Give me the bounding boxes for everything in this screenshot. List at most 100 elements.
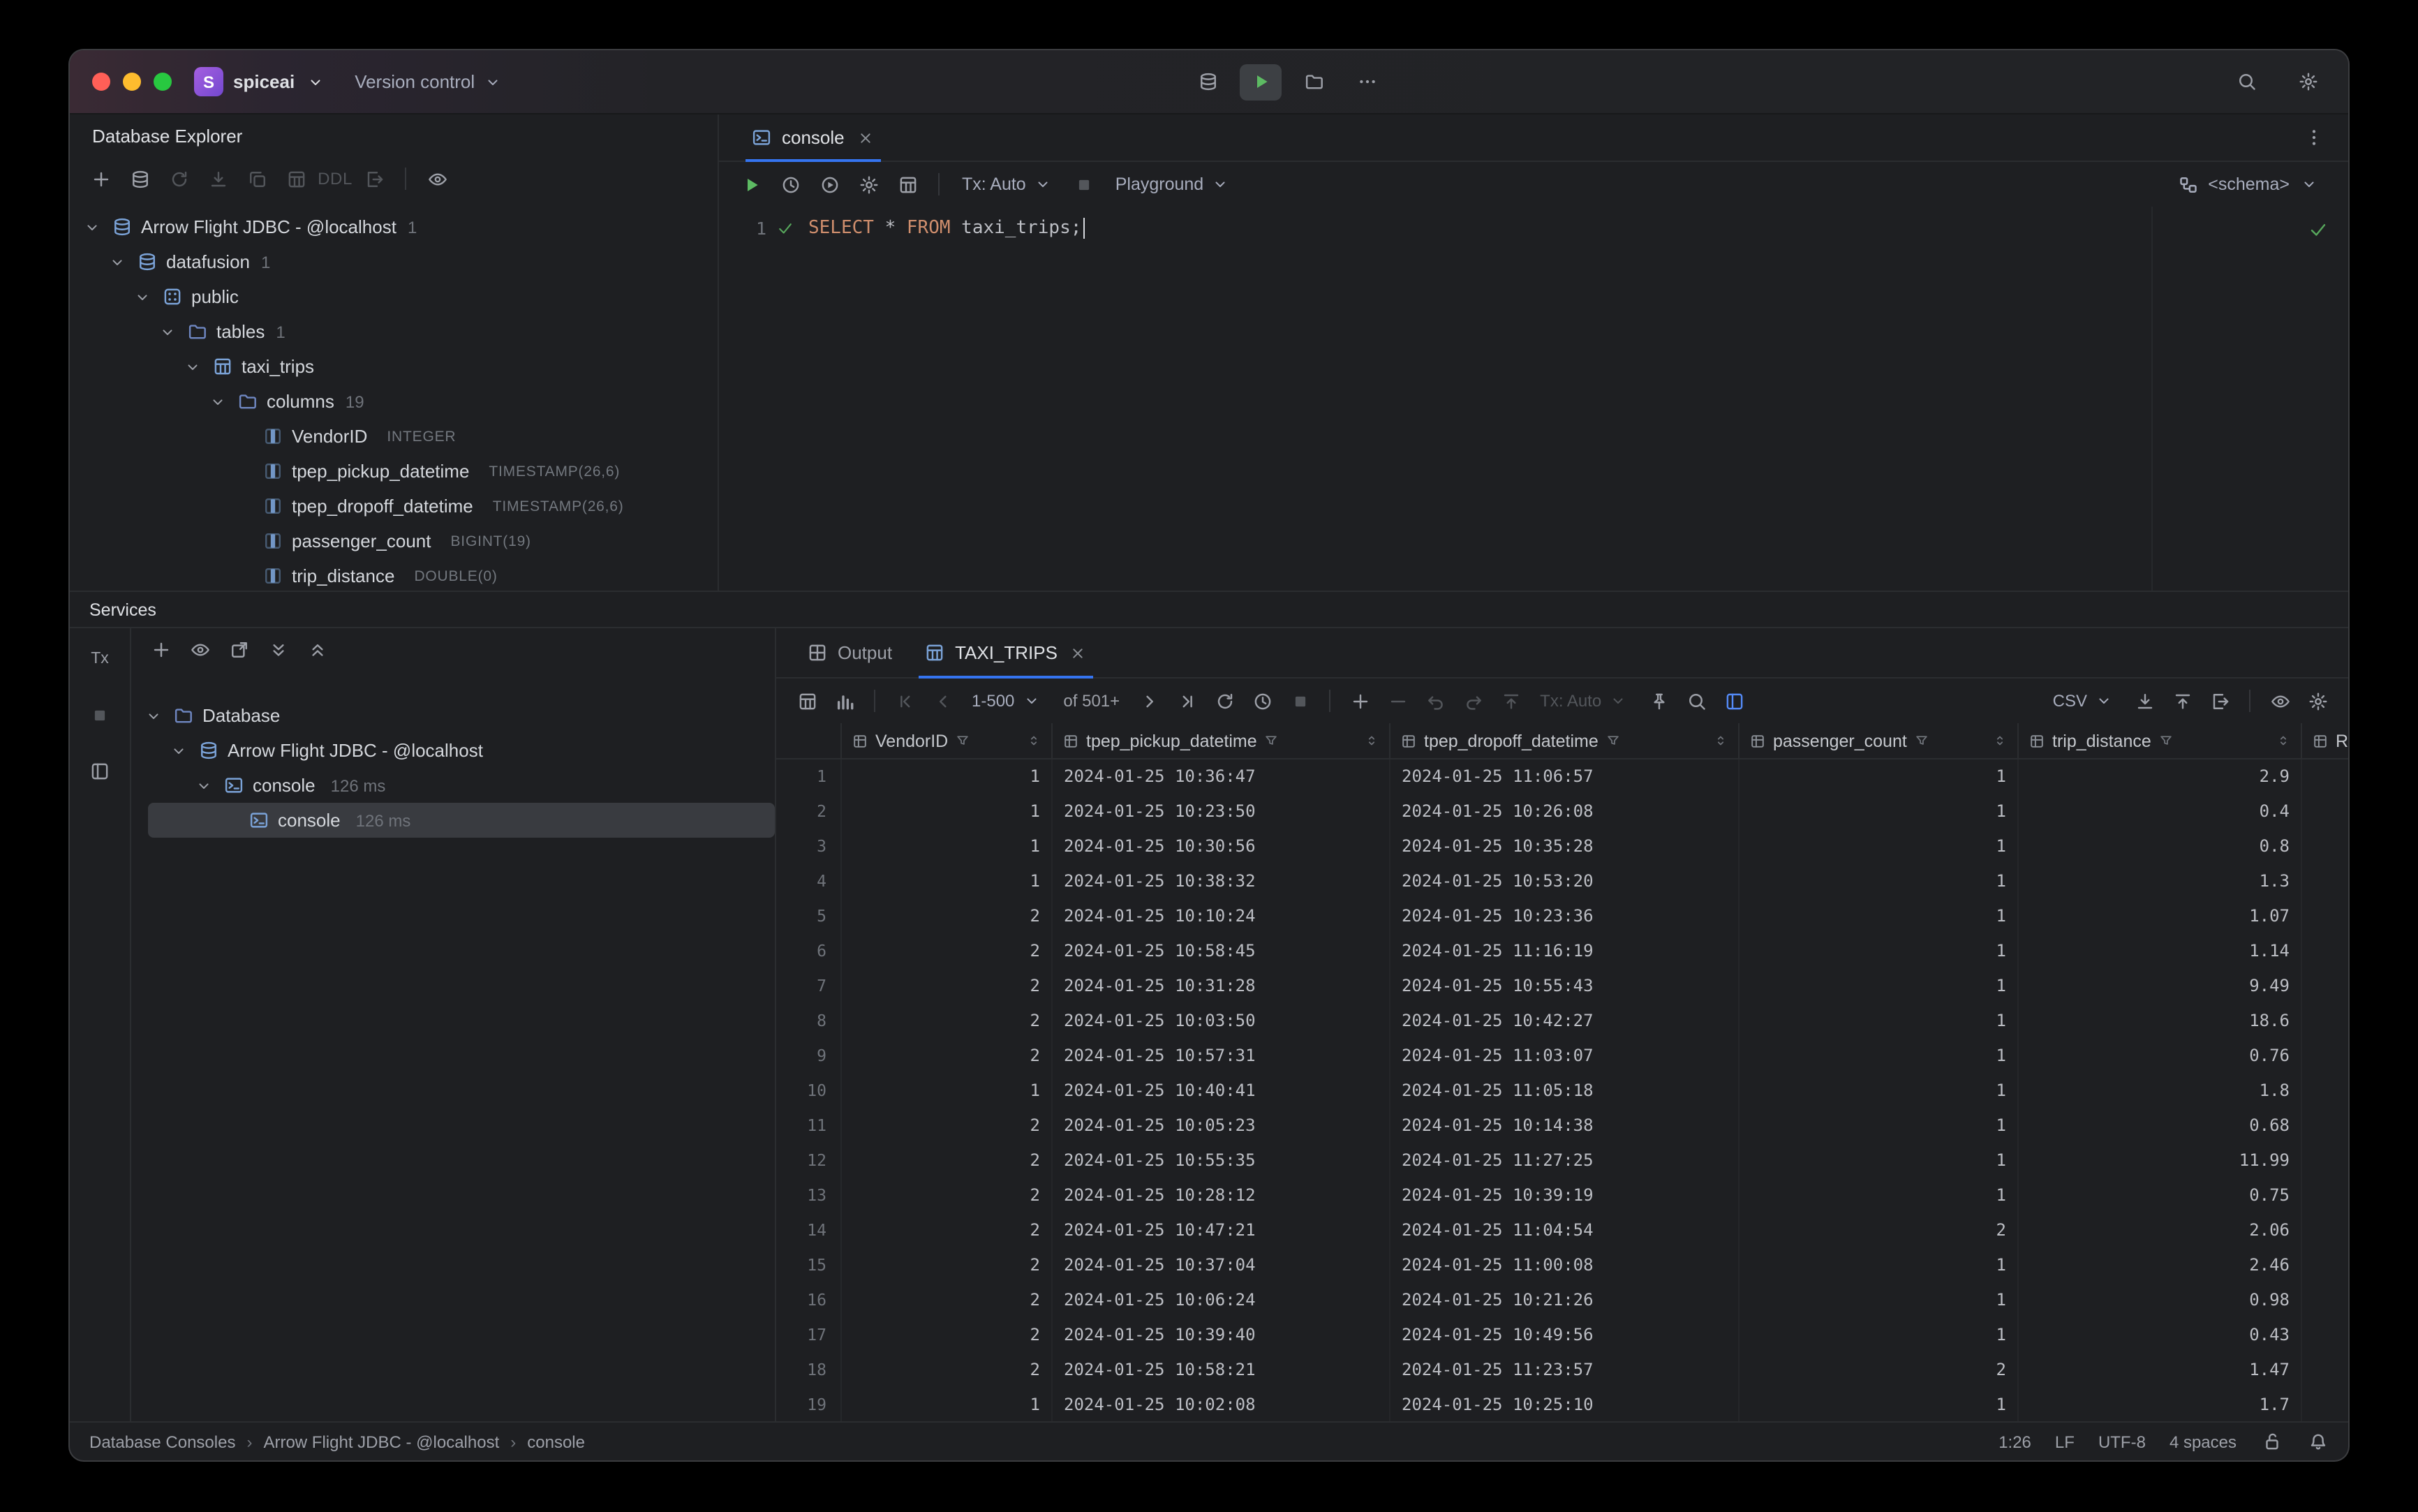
last-page-button[interactable]: [1169, 684, 1205, 718]
cell-vendorid[interactable]: 2: [842, 1143, 1053, 1178]
services-item-arrow-flight-jdbc-localhost[interactable]: Arrow Flight JDBC - @localhost: [131, 733, 775, 768]
cell-trip-distance[interactable]: 0.43: [2019, 1318, 2302, 1353]
stop-button[interactable]: [1282, 684, 1318, 718]
cell-trip-distance[interactable]: 1.7: [2019, 1388, 2302, 1421]
row-number[interactable]: 8: [776, 1004, 842, 1039]
reload-page-button[interactable]: [1206, 684, 1243, 718]
cell-vendorid[interactable]: 1: [842, 864, 1053, 899]
cell-vendorid[interactable]: 2: [842, 1004, 1053, 1039]
cell-passenger-count[interactable]: 1: [1740, 934, 2019, 969]
cell-trip-distance[interactable]: 1.3: [2019, 864, 2302, 899]
cell-tpep-dropoff-datetime[interactable]: 2024-01-25 10:39:19: [1390, 1178, 1740, 1213]
cell-rate[interactable]: [2302, 1004, 2348, 1039]
first-page-button[interactable]: [887, 684, 923, 718]
search-everywhere-button[interactable]: [2228, 65, 2264, 98]
previous-page-button[interactable]: [924, 684, 960, 718]
sort-icon[interactable]: [1992, 733, 2008, 748]
filter-icon[interactable]: [2158, 733, 2174, 748]
new-datasource-button[interactable]: [121, 162, 158, 195]
cell-trip-distance[interactable]: 11.99: [2019, 1143, 2302, 1178]
cell-rate[interactable]: [2302, 1353, 2348, 1388]
row-number[interactable]: 15: [776, 1248, 842, 1283]
cell-rate[interactable]: [2302, 1074, 2348, 1109]
stop-strip-button[interactable]: [82, 698, 118, 732]
dbx-item-taxi-trips[interactable]: taxi_trips: [70, 349, 718, 384]
cell-tpep-pickup-datetime[interactable]: 2024-01-25 10:47:21: [1053, 1213, 1390, 1248]
row-number[interactable]: 6: [776, 934, 842, 969]
run-widget-button[interactable]: [1240, 64, 1282, 100]
cell-vendorid[interactable]: 2: [842, 899, 1053, 934]
dbx-item-tables[interactable]: tables 1: [70, 314, 718, 349]
cell-rate[interactable]: [2302, 1039, 2348, 1074]
ddl-button[interactable]: DDL: [317, 162, 353, 195]
row-number[interactable]: 2: [776, 794, 842, 829]
download-data-button[interactable]: [200, 162, 236, 195]
expand-all-button[interactable]: [260, 632, 296, 666]
run-query-button[interactable]: [733, 168, 769, 201]
caret-position[interactable]: 1:26: [1998, 1432, 2031, 1451]
open-table-button[interactable]: [278, 162, 314, 195]
indent-style[interactable]: 4 spaces: [2169, 1432, 2237, 1451]
console-settings-button[interactable]: [850, 168, 887, 201]
cell-tpep-pickup-datetime[interactable]: 2024-01-25 10:31:28: [1053, 969, 1390, 1004]
revert-button[interactable]: [1417, 684, 1453, 718]
column-header-tpep-pickup-datetime[interactable]: tpep_pickup_datetime: [1053, 723, 1390, 758]
cell-trip-distance[interactable]: 2.9: [2019, 759, 2302, 794]
tab-console[interactable]: console: [736, 114, 891, 162]
row-number[interactable]: 19: [776, 1388, 842, 1421]
cell-tpep-dropoff-datetime[interactable]: 2024-01-25 11:16:19: [1390, 934, 1740, 969]
cell-trip-distance[interactable]: 1.8: [2019, 1074, 2302, 1109]
cell-vendorid[interactable]: 1: [842, 1074, 1053, 1109]
grid-settings-button[interactable]: [2299, 684, 2336, 718]
cell-tpep-pickup-datetime[interactable]: 2024-01-25 10:05:23: [1053, 1109, 1390, 1143]
add-service-button[interactable]: [142, 632, 179, 666]
compare-button[interactable]: [239, 162, 275, 195]
column-header-rate[interactable]: Rate: [2302, 723, 2348, 758]
cell-tpep-pickup-datetime[interactable]: 2024-01-25 10:03:50: [1053, 1004, 1390, 1039]
row-number[interactable]: 5: [776, 899, 842, 934]
view-as-table-button[interactable]: [789, 684, 825, 718]
row-number[interactable]: 18: [776, 1353, 842, 1388]
cell-vendorid[interactable]: 2: [842, 1109, 1053, 1143]
export-format-dropdown[interactable]: CSV: [2043, 690, 2125, 712]
cell-tpep-pickup-datetime[interactable]: 2024-01-25 10:58:45: [1053, 934, 1390, 969]
chevron-down-icon[interactable]: [181, 358, 204, 375]
services-item-console[interactable]: console 126 ms: [148, 803, 775, 838]
services-item-database[interactable]: Database: [131, 698, 775, 733]
cell-passenger-count[interactable]: 1: [1740, 1388, 2019, 1421]
cell-passenger-count[interactable]: 2: [1740, 1353, 2019, 1388]
cell-tpep-dropoff-datetime[interactable]: 2024-01-25 10:23:36: [1390, 899, 1740, 934]
settings-button[interactable]: [2290, 65, 2326, 98]
dbx-item-vendorid[interactable]: VendorID INTEGER: [70, 419, 718, 454]
find-button[interactable]: [1678, 684, 1714, 718]
breadcrumb-item[interactable]: console: [527, 1432, 585, 1451]
delete-row-button[interactable]: [1379, 684, 1416, 718]
cell-tpep-pickup-datetime[interactable]: 2024-01-25 10:30:56: [1053, 829, 1390, 864]
cell-vendorid[interactable]: 2: [842, 1353, 1053, 1388]
filter-icon[interactable]: [1264, 733, 1280, 748]
cell-tpep-dropoff-datetime[interactable]: 2024-01-25 10:53:20: [1390, 864, 1740, 899]
execution-time-button[interactable]: [1244, 684, 1280, 718]
grid-corner[interactable]: [776, 723, 842, 758]
database-toolwindow-button[interactable]: [1187, 64, 1229, 100]
cell-rate[interactable]: [2302, 934, 2348, 969]
column-header-tpep-dropoff-datetime[interactable]: tpep_dropoff_datetime: [1390, 723, 1740, 758]
chevron-down-icon[interactable]: [193, 777, 215, 794]
row-number[interactable]: 17: [776, 1318, 842, 1353]
services-item-console[interactable]: console 126 ms: [131, 768, 775, 803]
row-number[interactable]: 1: [776, 759, 842, 794]
refresh-button[interactable]: [161, 162, 197, 195]
zoom-window-button[interactable]: [154, 73, 172, 91]
cell-vendorid[interactable]: 2: [842, 1178, 1053, 1213]
chevron-down-icon[interactable]: [142, 707, 165, 724]
cell-passenger-count[interactable]: 1: [1740, 1178, 2019, 1213]
pin-tab-button[interactable]: [1640, 684, 1677, 718]
browse-tables-button[interactable]: [889, 168, 926, 201]
submit-changes-button[interactable]: [1492, 684, 1529, 718]
cell-tpep-dropoff-datetime[interactable]: 2024-01-25 10:42:27: [1390, 1004, 1740, 1039]
dbx-item-datafusion[interactable]: datafusion 1: [70, 244, 718, 279]
stop-button[interactable]: [1067, 168, 1103, 201]
cell-tpep-pickup-datetime[interactable]: 2024-01-25 10:55:35: [1053, 1143, 1390, 1178]
cell-rate[interactable]: [2302, 864, 2348, 899]
cell-tpep-pickup-datetime[interactable]: 2024-01-25 10:23:50: [1053, 794, 1390, 829]
